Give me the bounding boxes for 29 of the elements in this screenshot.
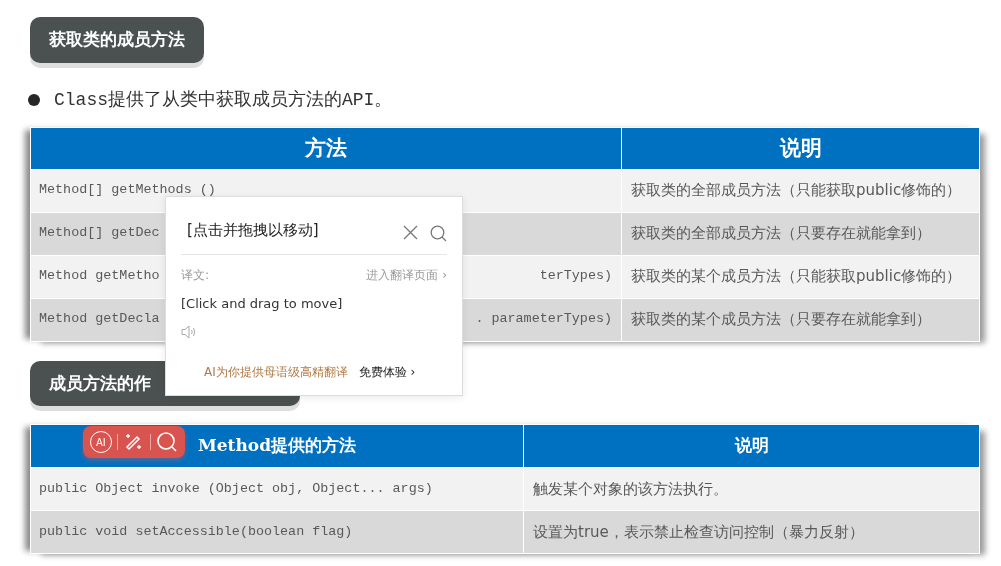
- bullet-text: Class提供了从类中获取成员方法的API。: [54, 88, 393, 112]
- table-cell: 获取类的某个成员方法（只能获取public修饰的）: [621, 255, 980, 298]
- table-cell-text: public void setAccessible(boolean flag): [39, 522, 353, 541]
- translation-result: [Click and drag to move]: [181, 295, 344, 313]
- speaker-icon[interactable]: [181, 325, 197, 339]
- table-cell-text: Method getDecla: [39, 310, 160, 329]
- table-cell: 获取类的全部成员方法（只能获取public修饰的）: [621, 169, 980, 212]
- table-cell-text: public Object invoke (Object obj, Object... args): [39, 479, 433, 498]
- table-cell: 获取类的某个成员方法（只要存在就能拿到）: [621, 298, 980, 341]
- search-icon[interactable]: [430, 225, 447, 242]
- translation-label: 译文:: [181, 267, 210, 284]
- column-header: 说明: [621, 127, 980, 169]
- translate-page-link[interactable]: 进入翻译页面 ›: [366, 266, 447, 284]
- column-header: 方法: [30, 127, 622, 169]
- table-cell: 获取类的全部成员方法（只要存在就能拿到）: [621, 212, 980, 255]
- close-icon[interactable]: [403, 225, 418, 240]
- free-trial-link[interactable]: 免费体验 ›: [358, 363, 416, 381]
- table-cell-text: Method getMetho: [39, 267, 160, 286]
- column-header: 说明: [523, 424, 980, 468]
- table-cell-text: terTypes): [539, 267, 612, 286]
- magic-pen-icon[interactable]: [124, 432, 144, 452]
- table-cell-text: Method[] getDec: [39, 224, 160, 243]
- bullet-icon: [28, 94, 40, 106]
- table-cell: 设置为true，表示禁止检查访问控制（暴力反射）: [523, 510, 980, 554]
- table-cell-text: Method[] getMethods (): [39, 181, 216, 200]
- table-cell: 触发某个对象的该方法执行。: [523, 467, 980, 511]
- source-text: [点击并拖拽以移动]: [187, 220, 319, 241]
- table-cell-text: . parameterTypes): [475, 310, 612, 329]
- search-icon[interactable]: [156, 431, 179, 453]
